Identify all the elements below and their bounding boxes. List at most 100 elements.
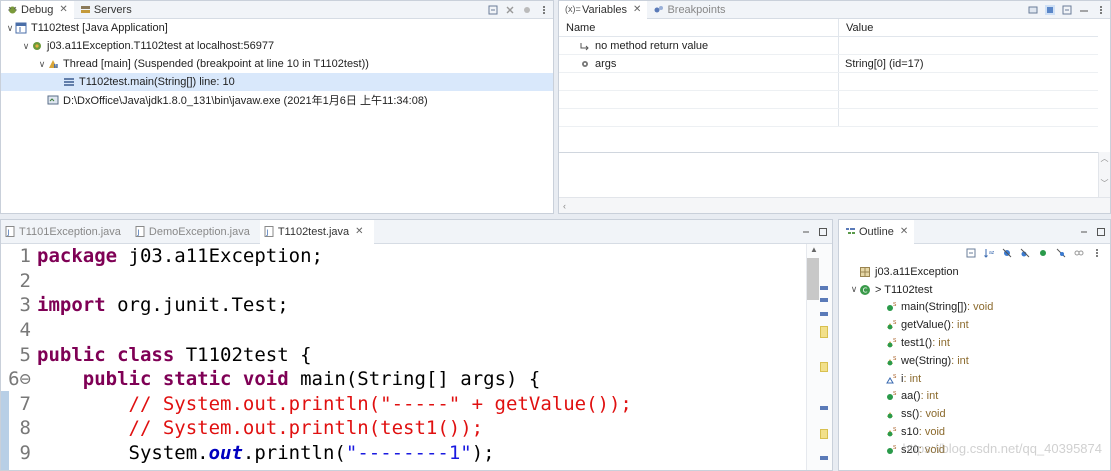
code-line[interactable]: 5 public class T1102test { (1, 342, 806, 367)
remove-terminated-icon[interactable] (505, 5, 515, 15)
tab-breakpoints[interactable]: Breakpoints (647, 1, 731, 19)
code-area[interactable]: 1 package j03.a11Exception; 2 3 import org.j… (1, 244, 806, 470)
tab-label: Servers (93, 3, 132, 16)
collapse-all-icon[interactable] (488, 5, 498, 15)
outline-icon (846, 228, 855, 234)
debug-tree-row[interactable]: ∨ T1102test [Java Application] (1, 19, 553, 37)
scroll-up-icon[interactable]: ▲ (810, 245, 818, 254)
chevron-down-icon[interactable]: ∨ (849, 284, 859, 295)
hide-local-types-icon[interactable] (1056, 248, 1066, 258)
tab-variables[interactable]: (x)= Variables ✕ (559, 1, 648, 19)
outline-item[interactable]: ∨ C > T1102test (839, 281, 1110, 299)
svg-text:S: S (893, 427, 897, 433)
variable-row[interactable] (559, 91, 1098, 109)
debug-settings-icon[interactable] (522, 5, 532, 15)
code-line[interactable]: 7 // System.out.println("-----" + getVal… (1, 392, 806, 417)
minimize-icon[interactable] (1079, 227, 1089, 237)
hide-static-icon[interactable] (1020, 248, 1030, 258)
static-field-icon: S (885, 373, 897, 385)
outline-toolbar: az (839, 244, 1110, 262)
close-icon[interactable]: ✕ (900, 226, 908, 237)
code-line[interactable]: 9 System. out .println("--------1"); (1, 441, 806, 466)
java-file-icon: J (264, 226, 275, 237)
tab-debug[interactable]: Debug ✕ (1, 1, 74, 19)
outline-item[interactable]: Swe(String) : int (839, 352, 1110, 370)
column-header-value[interactable]: Value (839, 19, 873, 36)
show-logical-structure-icon[interactable] (1045, 5, 1055, 15)
annotation-marker[interactable] (820, 456, 828, 460)
variable-name-cell (559, 91, 839, 108)
annotation-marker[interactable] (820, 286, 828, 290)
outline-type: : int (951, 354, 969, 367)
editor-tab[interactable]: J T1101Exception.java (1, 220, 131, 244)
scroll-up-icon[interactable]: ︿ (1099, 153, 1110, 164)
outline-item[interactable]: Smain(String[]) : void (839, 299, 1110, 317)
annotation-marker[interactable] (820, 406, 828, 410)
view-menu-icon[interactable] (539, 5, 549, 15)
maximize-icon[interactable] (818, 227, 828, 237)
hide-non-public-icon[interactable] (1038, 248, 1048, 258)
outline-item[interactable]: Ss10 : void (839, 423, 1110, 441)
minimize-icon[interactable] (801, 227, 811, 237)
detail-vertical-scrollbar[interactable]: ︿ ﹀ (1098, 152, 1110, 198)
debug-tree-row[interactable]: ∨ Thread [main] (Suspended (breakpoint at… (1, 55, 553, 73)
code-line[interactable]: 2 (1, 269, 806, 294)
debug-tree-row-selected[interactable]: T1102test.main(String[]) line: 10 (1, 73, 553, 91)
outline-item[interactable]: Saa() : int (839, 388, 1110, 406)
variable-value: String[0] (id=17) (845, 57, 924, 70)
code-line[interactable]: 3 import org.junit.Test; (1, 293, 806, 318)
variable-detail-pane[interactable] (559, 152, 1110, 198)
link-with-editor-icon[interactable] (1074, 248, 1084, 258)
occurrence-marker[interactable] (820, 362, 828, 372)
outline-item[interactable]: ss() : void (839, 405, 1110, 423)
chevron-down-icon[interactable]: ∨ (21, 41, 31, 52)
editor-scroll-thumb[interactable] (807, 258, 819, 300)
code-line[interactable]: 8 // System.out.println(test1()); (1, 416, 806, 441)
variable-row[interactable] (559, 73, 1098, 91)
variable-row[interactable] (559, 109, 1098, 127)
collapse-all-icon[interactable] (966, 248, 976, 258)
chevron-down-icon[interactable]: ∨ (37, 59, 47, 70)
process-icon (47, 94, 59, 106)
show-type-names-icon[interactable] (1028, 5, 1038, 15)
detail-horizontal-scrollbar[interactable]: ‹ (559, 197, 1110, 213)
variable-row[interactable]: no method return value (559, 37, 1098, 55)
code-line[interactable]: 6⊖ public static void main(String[] args… (1, 367, 806, 392)
overview-ruler[interactable]: ▲ (806, 244, 832, 470)
editor-tab[interactable]: J T1102test.java ✕ (259, 220, 374, 244)
debug-tree-row[interactable]: D:\DxOffice\Java\jdk1.8.0_131\bin\javaw.… (1, 91, 553, 109)
scroll-down-icon[interactable]: ﹀ (1099, 178, 1110, 189)
scroll-left-icon[interactable]: ‹ (559, 198, 1110, 213)
variable-row[interactable]: args String[0] (id=17) (559, 55, 1098, 73)
view-menu-icon[interactable] (1096, 5, 1106, 15)
debug-tree-row[interactable]: ∨ j03.a11Exception.T1102test at localhost… (1, 37, 553, 55)
occurrence-marker[interactable] (820, 429, 828, 439)
code-line[interactable]: 1 package j03.a11Exception; (1, 244, 806, 269)
outline-item[interactable]: Stest1() : int (839, 334, 1110, 352)
minimize-icon[interactable] (1079, 5, 1089, 15)
editor-tab[interactable]: J DemoException.java (131, 220, 260, 244)
close-icon[interactable]: ✕ (59, 4, 67, 15)
sort-icon[interactable]: az (984, 248, 994, 258)
annotation-marker[interactable] (820, 312, 828, 316)
svg-text:J: J (265, 229, 268, 237)
code-line[interactable]: 4 (1, 318, 806, 343)
outline-item[interactable]: Si : int (839, 370, 1110, 388)
close-icon[interactable]: ✕ (355, 226, 363, 237)
outline-item[interactable]: j03.a11Exception (839, 263, 1110, 281)
maximize-icon[interactable] (1096, 227, 1106, 237)
hide-fields-icon[interactable] (1002, 248, 1012, 258)
close-icon[interactable]: ✕ (633, 4, 641, 15)
chevron-down-icon[interactable]: ∨ (5, 23, 15, 34)
collapse-all-icon[interactable] (1062, 5, 1072, 15)
column-header-name[interactable]: Name (559, 19, 839, 36)
line-number: 6⊖ (8, 368, 31, 391)
code-token: out (208, 442, 243, 465)
occurrence-marker[interactable] (820, 326, 828, 338)
outline-item[interactable]: SgetValue() : int (839, 316, 1110, 334)
svg-text:S: S (893, 320, 897, 326)
tab-servers[interactable]: Servers (74, 1, 138, 19)
tab-outline[interactable]: Outline ✕ (839, 220, 915, 244)
view-menu-icon[interactable] (1092, 248, 1102, 258)
annotation-marker[interactable] (820, 298, 828, 302)
